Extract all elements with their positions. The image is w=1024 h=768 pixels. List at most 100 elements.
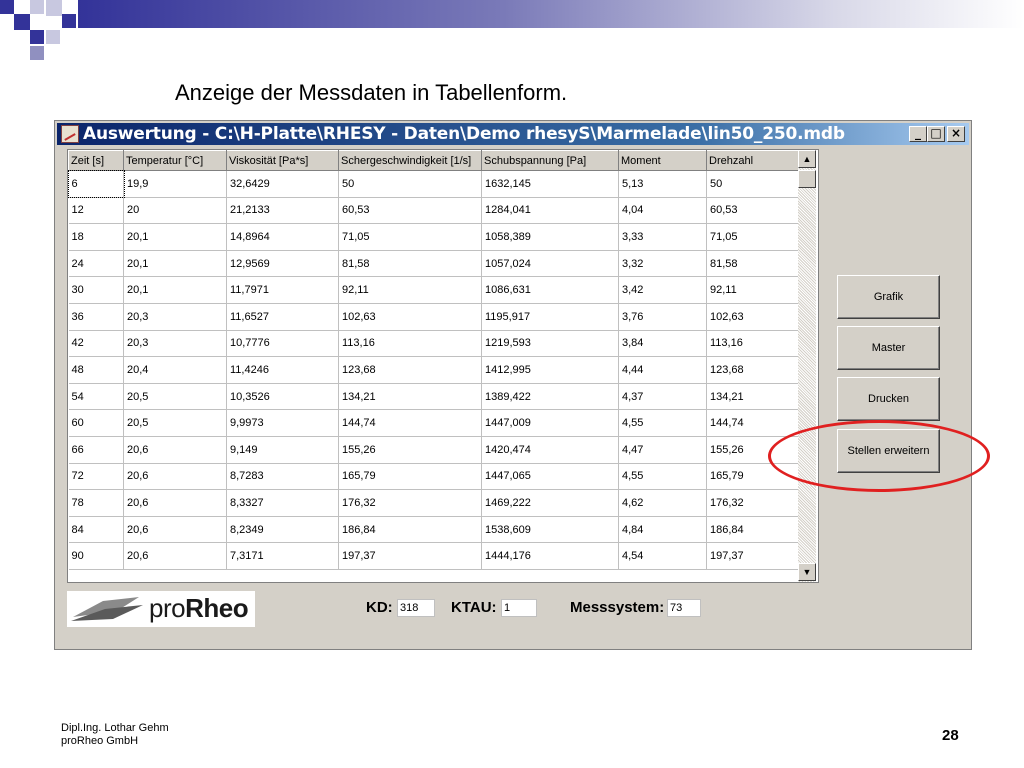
table-cell[interactable]: 90 xyxy=(68,542,124,570)
table-cell[interactable]: 36 xyxy=(68,303,124,331)
table-cell[interactable]: 1447,065 xyxy=(481,463,619,491)
table-cell[interactable]: 186,84 xyxy=(338,516,482,544)
table-cell[interactable]: 20 xyxy=(123,197,227,225)
table-cell[interactable]: 92,11 xyxy=(338,276,482,304)
table-row[interactable]: 30 20,1 11,7971 92,11 1086,631 3,42 92,11 xyxy=(68,276,800,304)
table-cell[interactable]: 102,63 xyxy=(338,303,482,331)
table-cell[interactable]: 176,32 xyxy=(338,489,482,517)
table-row[interactable]: 72 20,6 8,7283 165,79 1447,065 4,55 165,79 xyxy=(68,463,800,491)
table-row[interactable]: 66 20,6 9,149 155,26 1420,474 4,47 155,26 xyxy=(68,436,800,464)
column-header[interactable]: Moment xyxy=(618,150,707,171)
table-cell[interactable]: 1058,389 xyxy=(481,223,619,251)
table-cell[interactable]: 1086,631 xyxy=(481,276,619,304)
table-cell[interactable]: 3,32 xyxy=(618,250,707,278)
table-cell[interactable]: 10,3526 xyxy=(226,383,339,411)
table-cell[interactable]: 186,84 xyxy=(706,516,800,544)
table-cell[interactable]: 197,37 xyxy=(706,542,800,570)
table-cell[interactable]: 20,3 xyxy=(123,330,227,358)
column-header[interactable]: Viskosität [Pa*s] xyxy=(226,150,339,171)
table-cell[interactable]: 113,16 xyxy=(706,330,800,358)
table-cell[interactable]: 30 xyxy=(68,276,124,304)
table-cell[interactable]: 4,04 xyxy=(618,197,707,225)
table-cell[interactable]: 66 xyxy=(68,436,124,464)
grafik-button[interactable]: Grafik xyxy=(837,275,940,319)
table-cell[interactable]: 5,13 xyxy=(618,170,707,198)
table-cell[interactable]: 81,58 xyxy=(338,250,482,278)
table-cell[interactable]: 6 xyxy=(68,169,125,199)
table-cell[interactable]: 20,4 xyxy=(123,356,227,384)
table-cell[interactable]: 1420,474 xyxy=(481,436,619,464)
table-cell[interactable]: 14,8964 xyxy=(226,223,339,251)
table-row[interactable]: 36 20,3 11,6527 102,63 1195,917 3,76 102,63 xyxy=(68,303,800,331)
table-row[interactable]: 6 19,9 32,6429 50 1632,145 5,13 50 xyxy=(68,169,800,199)
table-cell[interactable]: 19,9 xyxy=(123,170,227,198)
table-row[interactable]: 84 20,6 8,2349 186,84 1538,609 4,84 186,84 xyxy=(68,516,800,544)
table-cell[interactable]: 20,6 xyxy=(123,436,227,464)
column-header[interactable]: Temperatur [°C] xyxy=(123,150,227,171)
table-cell[interactable]: 7,3171 xyxy=(226,542,339,570)
window-titlebar[interactable]: Auswertung - C:\H-Platte\RHESY - Daten\D… xyxy=(57,123,969,145)
table-cell[interactable]: 102,63 xyxy=(706,303,800,331)
table-cell[interactable]: 60 xyxy=(68,409,124,437)
table-cell[interactable]: 1412,995 xyxy=(481,356,619,384)
table-row[interactable]: 90 20,6 7,3171 197,37 1444,176 4,54 197,37 xyxy=(68,542,800,570)
table-cell[interactable]: 134,21 xyxy=(338,383,482,411)
table-cell[interactable]: 4,55 xyxy=(618,463,707,491)
table-cell[interactable]: 92,11 xyxy=(706,276,800,304)
table-cell[interactable]: 20,1 xyxy=(123,276,227,304)
table-cell[interactable]: 11,7971 xyxy=(226,276,339,304)
column-header[interactable]: Schergeschwindigkeit [1/s] xyxy=(338,150,482,171)
table-cell[interactable]: 4,44 xyxy=(618,356,707,384)
table-cell[interactable]: 20,5 xyxy=(123,409,227,437)
table-cell[interactable]: 4,84 xyxy=(618,516,707,544)
table-cell[interactable]: 12 xyxy=(68,197,124,225)
table-cell[interactable]: 155,26 xyxy=(338,436,482,464)
messsystem-field[interactable]: 73 xyxy=(667,599,701,617)
table-cell[interactable]: 21,2133 xyxy=(226,197,339,225)
table-cell[interactable]: 8,7283 xyxy=(226,463,339,491)
kd-field[interactable]: 318 xyxy=(397,599,435,617)
table-cell[interactable]: 32,6429 xyxy=(226,170,339,198)
ktau-field[interactable]: 1 xyxy=(501,599,537,617)
table-cell[interactable]: 72 xyxy=(68,463,124,491)
table-cell[interactable]: 9,149 xyxy=(226,436,339,464)
table-cell[interactable]: 20,1 xyxy=(123,250,227,278)
maximize-button[interactable]: □ xyxy=(927,126,945,142)
table-cell[interactable]: 60,53 xyxy=(338,197,482,225)
table-row[interactable]: 24 20,1 12,9569 81,58 1057,024 3,32 81,58 xyxy=(68,250,800,278)
master-button[interactable]: Master xyxy=(837,326,940,370)
table-cell[interactable]: 11,4246 xyxy=(226,356,339,384)
table-cell[interactable]: 20,6 xyxy=(123,542,227,570)
table-cell[interactable]: 20,6 xyxy=(123,516,227,544)
table-cell[interactable]: 1447,009 xyxy=(481,409,619,437)
table-cell[interactable]: 176,32 xyxy=(706,489,800,517)
table-cell[interactable]: 54 xyxy=(68,383,124,411)
table-cell[interactable]: 3,33 xyxy=(618,223,707,251)
table-cell[interactable]: 42 xyxy=(68,330,124,358)
table-cell[interactable]: 1389,422 xyxy=(481,383,619,411)
data-grid[interactable]: Zeit [s] Temperatur [°C] Viskosität [Pa*… xyxy=(67,149,819,583)
scroll-down-button[interactable]: ▼ xyxy=(798,563,816,581)
table-cell[interactable]: 8,2349 xyxy=(226,516,339,544)
app-icon[interactable] xyxy=(61,125,79,143)
column-header[interactable]: Zeit [s] xyxy=(68,150,124,171)
table-cell[interactable]: 1632,145 xyxy=(481,170,619,198)
scroll-thumb[interactable] xyxy=(798,170,816,188)
table-cell[interactable]: 123,68 xyxy=(706,356,800,384)
table-cell[interactable]: 50 xyxy=(706,170,800,198)
table-cell[interactable]: 197,37 xyxy=(338,542,482,570)
table-cell[interactable]: 4,54 xyxy=(618,542,707,570)
table-cell[interactable]: 134,21 xyxy=(706,383,800,411)
table-cell[interactable]: 1469,222 xyxy=(481,489,619,517)
table-cell[interactable]: 113,16 xyxy=(338,330,482,358)
table-cell[interactable]: 18 xyxy=(68,223,124,251)
table-cell[interactable]: 123,68 xyxy=(338,356,482,384)
table-cell[interactable]: 3,76 xyxy=(618,303,707,331)
table-cell[interactable]: 3,84 xyxy=(618,330,707,358)
table-cell[interactable]: 4,37 xyxy=(618,383,707,411)
table-cell[interactable]: 165,79 xyxy=(338,463,482,491)
table-cell[interactable]: 11,6527 xyxy=(226,303,339,331)
table-row[interactable]: 18 20,1 14,8964 71,05 1058,389 3,33 71,05 xyxy=(68,223,800,251)
minimize-button[interactable]: _ xyxy=(909,126,927,142)
table-cell[interactable]: 60,53 xyxy=(706,197,800,225)
